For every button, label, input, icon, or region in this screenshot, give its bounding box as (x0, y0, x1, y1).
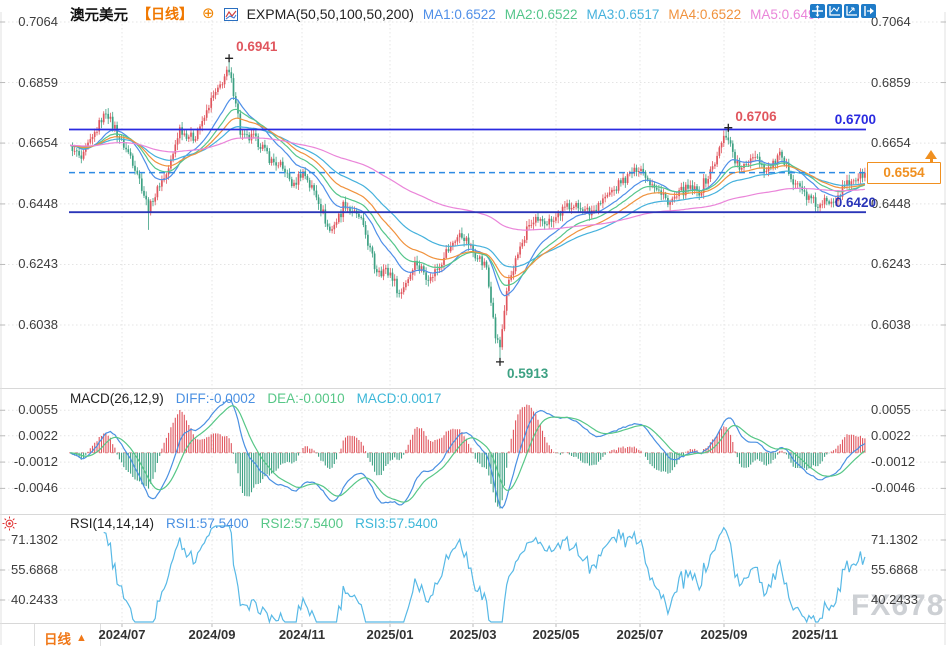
rsi2-value: RSI2:57.5400 (261, 516, 344, 531)
rsi-header: RSI(14,14,14) RSI1:57.5400 RSI2:57.5400 … (70, 516, 438, 531)
macd-header: MACD(26,12,9) DIFF:-0.0002 DEA:-0.0010 M… (70, 391, 441, 406)
current-price-value: 0.6554 (883, 165, 924, 180)
x-axis-date-label: 2024/11 (267, 627, 337, 642)
price-marker-label: 0.6941 (236, 39, 277, 54)
macd-diff-value: DIFF:-0.0002 (176, 391, 256, 406)
x-axis-date-label: 2025/05 (521, 627, 591, 642)
ema-line-ma5 (70, 138, 865, 230)
period-selector[interactable]: 日线 ▲ (44, 628, 87, 646)
price-chart-canvas[interactable] (0, 0, 946, 646)
ema-line-ma1 (70, 98, 865, 296)
grid-layer (4, 12, 942, 627)
ma2-legend: MA2:0.6522 (505, 7, 578, 22)
macd-dea-value: DEA:-0.0010 (267, 391, 344, 406)
chart-header: 澳元美元 【日线】 ⊕ EXPMA(50,50,100,50,200) MA1:… (70, 4, 823, 24)
ma-lines-layer (70, 98, 865, 296)
period-tag[interactable]: 【日线】 (137, 4, 193, 24)
x-axis-date-label: 2025/09 (689, 627, 759, 642)
triangle-up-icon: ▲ (76, 632, 87, 644)
macd-macd-value: MACD:0.0017 (357, 391, 442, 406)
chart-type-icon[interactable] (224, 8, 238, 21)
x-axis-date-label: 2025/03 (438, 627, 508, 642)
current-price-box: 0.6554 (867, 162, 941, 184)
macd-layer (69, 400, 866, 509)
x-axis-date-label: 2025/01 (355, 627, 425, 642)
watermark: FX678 (851, 589, 944, 623)
exit-pan-tool-icon[interactable] (861, 4, 876, 18)
rsi1-value: RSI1:57.5400 (166, 516, 249, 531)
rsi-indicator-label[interactable]: RSI(14,14,14) (70, 516, 154, 531)
price-marker-label: 0.5913 (507, 366, 548, 381)
symbol-title: 澳元美元 (70, 4, 128, 25)
hot-indicator-icon[interactable] (2, 516, 17, 536)
crosshair-tool-icon[interactable] (810, 4, 825, 18)
ma3-legend: MA3:0.6517 (587, 7, 660, 22)
chart-window: 澳元美元 【日线】 ⊕ EXPMA(50,50,100,50,200) MA1:… (0, 0, 946, 646)
level-line-label: 0.6420 (804, 195, 876, 210)
x-axis-date-label: 2025/11 (780, 627, 850, 642)
ma1-legend: MA1:0.6522 (423, 7, 496, 22)
y-scale-tool-icon[interactable] (844, 4, 859, 18)
add-indicator-icon[interactable]: ⊕ (202, 7, 215, 21)
indicator-label[interactable]: EXPMA(50,50,100,50,200) (247, 6, 414, 22)
x-scale-tool-icon[interactable] (827, 4, 842, 18)
price-up-arrow-icon (925, 150, 937, 159)
ma4-legend: MA4:0.6522 (668, 7, 741, 22)
price-marker-label: 0.6706 (735, 109, 776, 124)
x-axis-date-label: 2025/07 (605, 627, 675, 642)
ema-line-ma2 (70, 109, 865, 285)
markers-layer (225, 54, 732, 366)
macd-indicator-label[interactable]: MACD(26,12,9) (70, 391, 164, 406)
level-line-label: 0.6700 (804, 112, 876, 127)
chart-toolbar (810, 4, 876, 18)
x-axis-date-label: 2024/09 (177, 627, 247, 642)
period-selector-label: 日线 (44, 628, 71, 646)
x-axis-date-label: 2024/07 (87, 627, 157, 642)
rsi3-value: RSI3:57.5400 (355, 516, 438, 531)
